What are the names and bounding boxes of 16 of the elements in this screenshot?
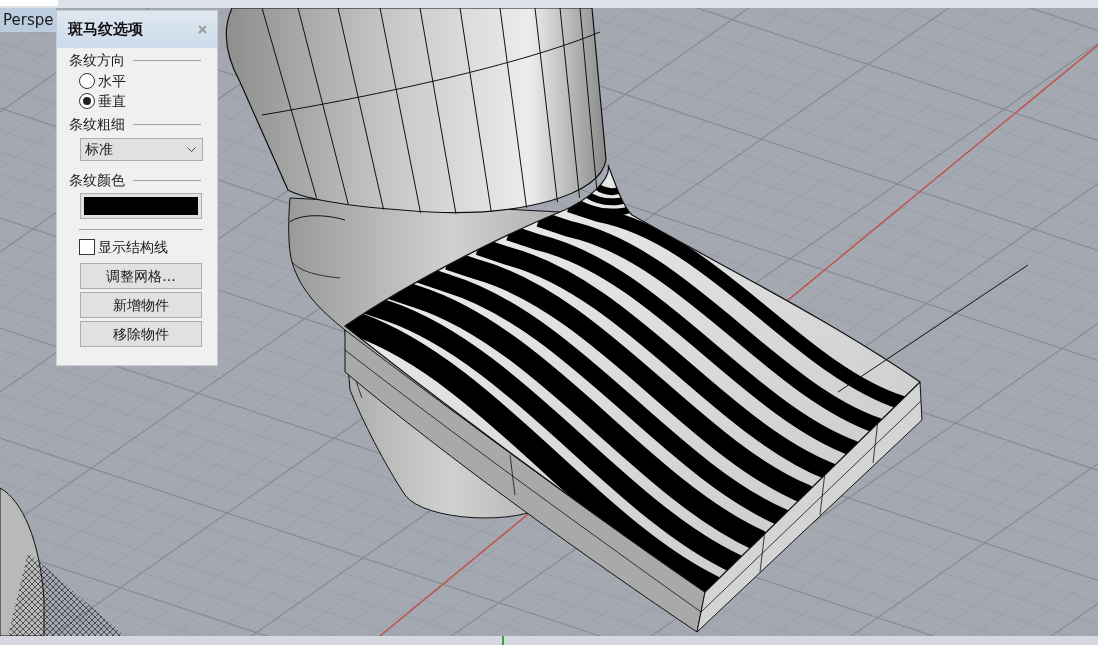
panel-title: 斑马纹选项 — [68, 19, 143, 41]
radio-button[interactable] — [79, 73, 95, 89]
checkbox[interactable] — [79, 239, 95, 255]
radio-label: 水平 — [98, 71, 126, 91]
section-label: 条纹方向 — [69, 51, 125, 69]
section-label: 条纹粗细 — [69, 115, 125, 133]
radio-label: 垂直 — [98, 91, 126, 111]
panel-button[interactable]: 调整网格... — [80, 263, 202, 289]
section-label: 条纹颜色 — [69, 171, 125, 189]
viewport-tab[interactable]: Perspe — [0, 8, 56, 32]
chevron-down-icon — [187, 147, 196, 152]
checkbox-label: 显示结构线 — [98, 237, 168, 257]
panel-button[interactable]: 移除物件 — [80, 321, 202, 347]
stripe-thickness-dropdown[interactable]: 标准 — [80, 138, 203, 161]
panel-button[interactable]: 新增物件 — [80, 292, 202, 318]
radio-button[interactable] — [79, 93, 95, 109]
